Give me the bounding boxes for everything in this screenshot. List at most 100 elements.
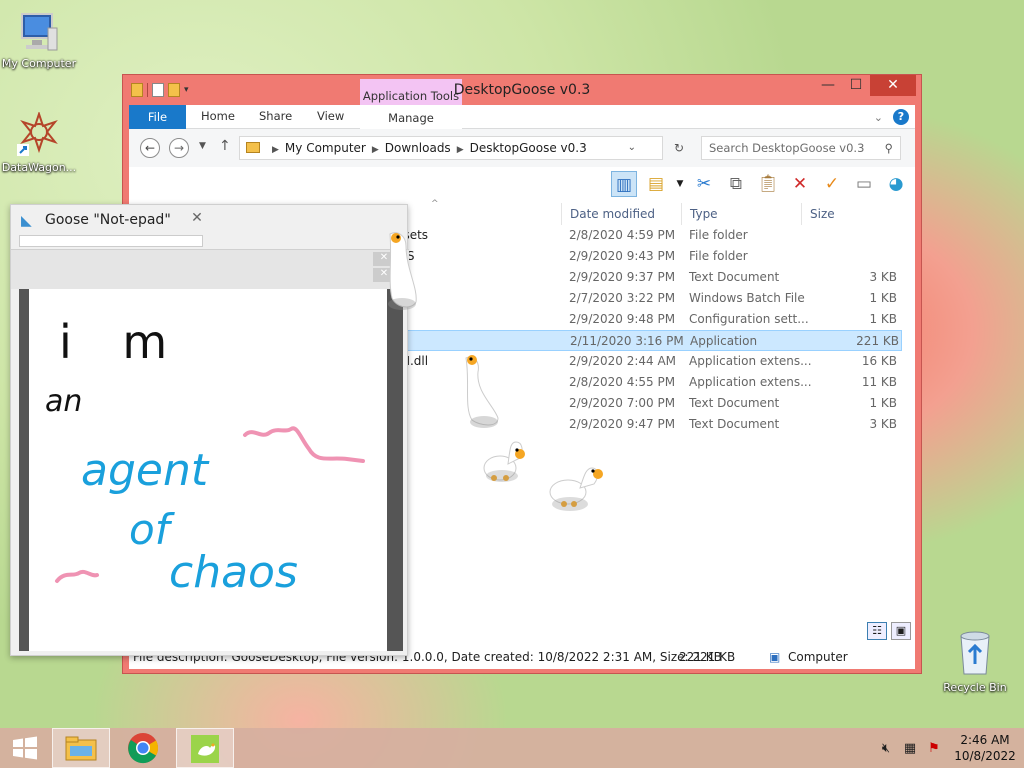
expand-ribbon-icon[interactable]: ⌄: [874, 111, 883, 124]
clock-date: 10/8/2022: [954, 749, 1016, 763]
file-date: 2/9/2020 9:48 PM: [569, 312, 676, 326]
volume-muted-icon[interactable]: 🔇︎: [874, 741, 898, 756]
maximize-button[interactable]: ☐: [842, 75, 870, 96]
copy-icon[interactable]: ⧉: [723, 171, 749, 197]
system-tray: 🔇︎ ▦ ⚑ 2:46 AM 10/8/2022: [874, 728, 1024, 768]
tab-share[interactable]: Share: [259, 109, 292, 123]
network-icon[interactable]: ▦: [898, 741, 922, 756]
desktop-icon-label: DataWagon...: [1, 161, 77, 174]
file-type: Application extens...: [689, 375, 812, 389]
file-size: 1 KB: [869, 312, 897, 326]
file-type: File folder: [689, 249, 748, 263]
goose-walking: [465, 355, 499, 428]
drawing-canvas[interactable]: i m an agent of chaos: [29, 289, 387, 651]
delete-icon[interactable]: ✕: [787, 171, 813, 197]
back-button[interactable]: ←: [140, 138, 160, 158]
forward-button[interactable]: →: [169, 138, 189, 158]
file-date: 2/8/2020 4:55 PM: [569, 375, 676, 389]
file-type: Text Document: [689, 417, 780, 431]
table-row[interactable]: ERS2/9/2020 9:43 PMFile folder: [391, 246, 919, 267]
notepad-toolbar: ✕ ✕: [11, 249, 409, 289]
action-center-icon[interactable]: ⚑: [922, 741, 946, 756]
file-date: 2/8/2020 4:59 PM: [569, 228, 676, 242]
close-button[interactable]: ✕: [870, 75, 916, 96]
desktop-icon-my-computer[interactable]: My Computer: [0, 10, 78, 70]
desktop-icon-recycle-bin[interactable]: Recycle Bin: [936, 630, 1014, 694]
file-size: 1 KB: [869, 291, 897, 305]
start-button[interactable]: [0, 728, 50, 768]
address-row: ← → ▼ ↑ ▶ My Computer ▶ Downloads ▶ DesktopGo…: [129, 129, 915, 167]
breadcrumb-downloads[interactable]: Downloads: [385, 141, 451, 155]
folder-icon: [246, 142, 260, 153]
goose-stretched: [388, 232, 417, 310]
close-button[interactable]: ✕: [183, 208, 211, 228]
computer-icon: ▣: [769, 650, 781, 664]
column-type[interactable]: Type: [681, 203, 801, 225]
chrome-icon: [128, 733, 159, 764]
chevron-down-icon[interactable]: ⌄: [628, 137, 636, 159]
file-date: 2/7/2020 3:22 PM: [569, 291, 676, 305]
file-size: 221 KB: [856, 334, 899, 348]
menu-strip: [19, 235, 203, 247]
table-row[interactable]: 2/7/2020 3:22 PM Windows Batch File 1 KB: [399, 288, 919, 309]
cut-icon[interactable]: ✂: [691, 171, 717, 197]
custom-toolbar: ▥ ▤ ▼ ✂ ⧉ 📋︎ ✕ ✓ ▭ ◕: [611, 171, 909, 197]
tab-file[interactable]: File: [129, 105, 186, 129]
details-view-icon[interactable]: ☷: [867, 622, 887, 640]
tab-view[interactable]: View: [317, 109, 344, 123]
file-type: Configuration sett...: [689, 312, 809, 326]
drawing-frame: i m an agent of chaos: [19, 289, 403, 651]
globe-icon[interactable]: ◕: [883, 171, 909, 197]
file-type: File folder: [689, 228, 748, 242]
desktop-icon-datawagon[interactable]: DataWagon...: [0, 110, 78, 174]
table-row[interactable]: Assets 2/8/2020 4:59 PM File folder: [383, 225, 919, 246]
status-size: 221 KB: [679, 650, 722, 664]
title-bar[interactable]: ▾ Application Tools DesktopGoose v0.3 — …: [123, 75, 921, 127]
taskbar-file-explorer[interactable]: [52, 728, 110, 768]
datawagon-shortcut-icon: [17, 110, 61, 158]
taskbar-desktop-goose[interactable]: [176, 728, 234, 768]
rename-icon[interactable]: ▭: [851, 171, 877, 197]
file-date: 2/9/2020 9:37 PM: [569, 270, 676, 284]
search-input[interactable]: Search DesktopGoose v0.3 ⚲: [701, 136, 901, 160]
file-date: 2/9/2020 9:47 PM: [569, 417, 676, 431]
minimize-button[interactable]: —: [814, 75, 842, 96]
folder-options-icon[interactable]: ▤: [643, 171, 669, 197]
refresh-icon[interactable]: ↻: [674, 137, 684, 159]
file-size: 3 KB: [869, 270, 897, 284]
file-type: Application: [690, 334, 758, 348]
file-date: 2/9/2020 7:00 PM: [569, 396, 676, 410]
goose-resting: [549, 467, 603, 511]
file-type: Text Document: [689, 270, 780, 284]
table-row[interactable]: 2/9/2020 9:48 PM Configuration sett... 1 K…: [399, 309, 919, 330]
paste-icon[interactable]: 📋︎: [755, 171, 781, 197]
up-arrow-icon[interactable]: ↑: [219, 138, 231, 154]
clock[interactable]: 2:46 AM 10/8/2022: [946, 732, 1024, 764]
file-date: 2/9/2020 9:43 PM: [569, 249, 676, 263]
taskbar: 🔇︎ ▦ ⚑ 2:46 AM 10/8/2022: [0, 728, 1024, 768]
taskbar-chrome[interactable]: [114, 728, 172, 768]
ribbon-tabs: File Home Share View Manage ⌄ ?: [129, 105, 915, 129]
large-icons-view-icon[interactable]: ▣: [891, 622, 911, 640]
window-title: DesktopGoose v0.3: [453, 82, 591, 98]
column-date-modified[interactable]: Date modified: [561, 203, 681, 225]
chevron-down-icon[interactable]: ▼: [675, 171, 685, 197]
help-icon[interactable]: ?: [893, 109, 909, 125]
file-size: 1 KB: [869, 396, 897, 410]
goose-notepad-window[interactable]: ◣ Goose "Not-epad" ✕ ✕ ✕ i m an agent of…: [10, 204, 409, 656]
breadcrumb-my-computer[interactable]: My Computer: [285, 141, 366, 155]
tab-manage[interactable]: Manage: [360, 105, 462, 129]
address-bar[interactable]: ▶ My Computer ▶ Downloads ▶ DesktopGoose v0.3…: [239, 136, 684, 160]
table-row[interactable]: 2/9/2020 9:37 PM Text Document 3 KB: [399, 267, 919, 288]
notepad-icon: ◣: [21, 213, 32, 229]
column-size[interactable]: Size: [801, 203, 881, 225]
tab-home[interactable]: Home: [201, 109, 235, 123]
checkmark-icon[interactable]: ✓: [819, 171, 845, 197]
desktop-icon-label: Recycle Bin: [943, 681, 1007, 694]
file-date: 2/11/2020 3:16 PM: [570, 334, 684, 348]
file-size: 16 KB: [861, 354, 897, 368]
preview-pane-icon[interactable]: ▥: [611, 171, 637, 197]
table-row[interactable]: 2/11/2020 3:16 PM Application 221 KB: [402, 330, 902, 351]
breadcrumb-desktopgoose[interactable]: DesktopGoose v0.3: [470, 141, 587, 155]
recent-locations-icon[interactable]: ▼: [199, 141, 206, 151]
